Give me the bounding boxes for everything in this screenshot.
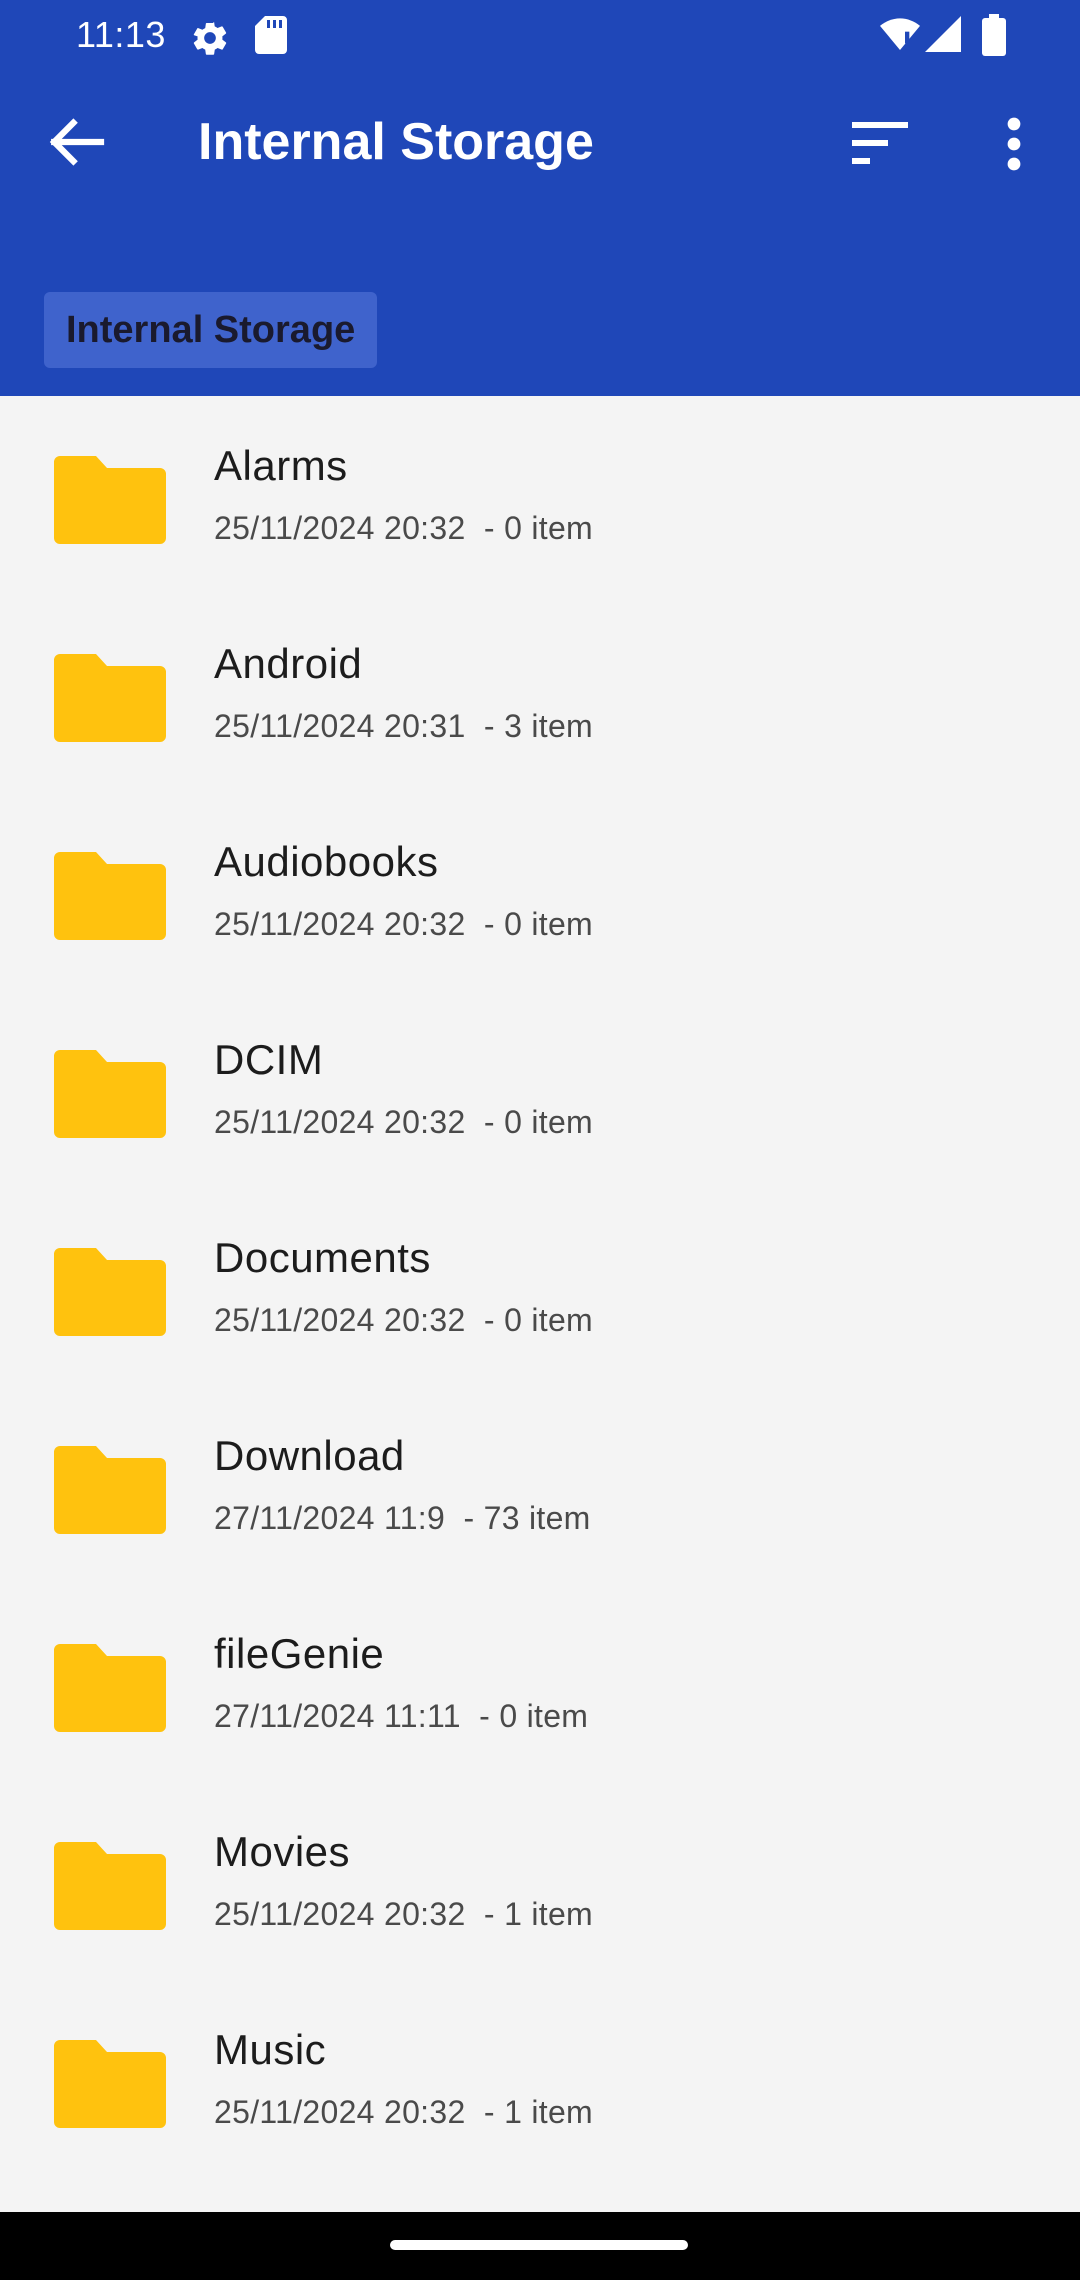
folder-icon: [54, 2040, 166, 2128]
folder-meta: 25/11/2024 20:32 - 0 item: [214, 906, 594, 942]
folder-icon: [54, 1248, 166, 1336]
folder-list-item[interactable]: Android 25/11/2024 20:31 - 3 item: [0, 594, 1080, 792]
folder-name: Android: [214, 640, 363, 687]
folder-icon: [54, 1644, 166, 1732]
folder-list-item[interactable]: Music 25/11/2024 20:32 - 1 item: [0, 1980, 1080, 2178]
folder-icon: [54, 852, 166, 940]
folder-name: Movies: [214, 1828, 351, 1875]
folder-name: fileGenie: [214, 1630, 385, 1677]
folder-name: Music: [214, 2026, 327, 2073]
folder-list-item[interactable]: Movies 25/11/2024 20:32 - 1 item: [0, 1782, 1080, 1980]
folder-list-item[interactable]: DCIM 25/11/2024 20:32 - 0 item: [0, 990, 1080, 1188]
folder-name: Download: [214, 1432, 405, 1479]
folder-name: Audiobooks: [214, 838, 439, 885]
folder-icon: [54, 456, 166, 544]
folder-icon: [54, 1446, 166, 1534]
folder-icon: [54, 1842, 166, 1930]
status-time: 11:13: [76, 14, 166, 55]
sd-card-icon: [255, 16, 287, 54]
folder-icon: [54, 654, 166, 742]
home-gesture-handle[interactable]: [390, 2240, 688, 2250]
more-vert-icon[interactable]: [1000, 116, 1028, 172]
folder-meta: 25/11/2024 20:31 - 3 item: [214, 708, 594, 744]
app-header: 11:13 Internal Storage Internal Storage: [0, 0, 1080, 396]
folder-meta: 27/11/2024 11:9 - 73 item: [214, 1500, 591, 1536]
signal-icon: [925, 16, 961, 52]
folder-list-item[interactable]: Alarms 25/11/2024 20:32 - 0 item: [0, 396, 1080, 594]
navigation-bar: [0, 2212, 1080, 2280]
sort-icon[interactable]: [852, 122, 908, 164]
folder-name: Alarms: [214, 442, 348, 489]
folder-name: DCIM: [214, 1036, 324, 1083]
folder-meta: 27/11/2024 11:11 - 0 item: [214, 1698, 589, 1734]
folder-list-item[interactable]: fileGenie 27/11/2024 11:11 - 0 item: [0, 1584, 1080, 1782]
folder-name: Documents: [214, 1234, 431, 1281]
gear-icon: [193, 22, 227, 55]
page-title: Internal Storage: [198, 113, 594, 171]
folder-list: Alarms 25/11/2024 20:32 - 0 item Android…: [0, 396, 1080, 2178]
wifi-icon: [880, 18, 920, 50]
folder-meta: 25/11/2024 20:32 - 0 item: [214, 510, 594, 546]
status-bar: 11:13: [0, 0, 1080, 70]
folder-meta: 25/11/2024 20:32 - 1 item: [214, 1896, 594, 1932]
folder-list-item[interactable]: Audiobooks 25/11/2024 20:32 - 0 item: [0, 792, 1080, 990]
back-arrow-icon[interactable]: [48, 118, 106, 166]
folder-meta: 25/11/2024 20:32 - 0 item: [214, 1104, 594, 1140]
folder-icon: [54, 1050, 166, 1138]
breadcrumb[interactable]: Internal Storage: [44, 292, 378, 368]
folder-list-item[interactable]: Download 27/11/2024 11:9 - 73 item: [0, 1386, 1080, 1584]
folder-meta: 25/11/2024 20:32 - 1 item: [214, 2094, 594, 2130]
folder-meta: 25/11/2024 20:32 - 0 item: [214, 1302, 594, 1338]
folder-list-item[interactable]: Documents 25/11/2024 20:32 - 0 item: [0, 1188, 1080, 1386]
battery-icon: [982, 14, 1006, 56]
